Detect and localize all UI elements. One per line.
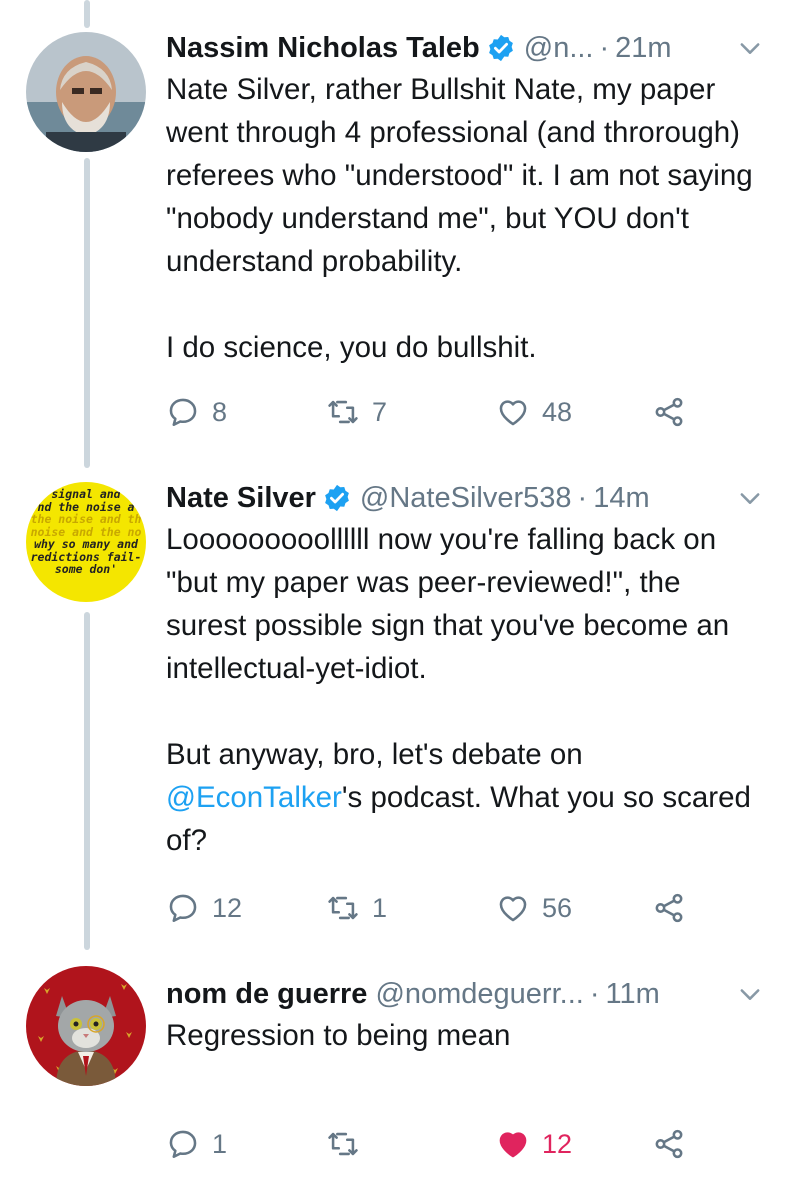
- tweet-paragraph: Regression to being mean: [166, 1019, 511, 1052]
- tweet-paragraph: Nate Silver, rather Bullshit Nate, my pa…: [166, 73, 753, 278]
- like-button[interactable]: 48: [496, 392, 572, 432]
- tweet-paragraph: I do science, you do bullshit.: [166, 331, 537, 364]
- reply-count: 8: [212, 396, 228, 427]
- tweet-actions: 1 12: [166, 1124, 766, 1164]
- share-button[interactable]: [652, 1124, 686, 1164]
- retweet-button[interactable]: 1: [326, 888, 387, 928]
- author-handle[interactable]: @NateSilver538: [360, 482, 572, 515]
- tweet-actions: 8 7 48: [166, 392, 766, 432]
- separator-dot: ·: [599, 31, 610, 64]
- timestamp[interactable]: 14m: [593, 482, 649, 515]
- tweet-text: Nate Silver, rather Bullshit Nate, my pa…: [166, 68, 766, 369]
- like-count: 56: [542, 892, 573, 923]
- timestamp[interactable]: 11m: [606, 978, 660, 1011]
- tweet-text: Looooooooollllll now you're falling back…: [166, 518, 766, 862]
- author-name[interactable]: Nate Silver: [166, 482, 316, 515]
- share-icon: [655, 1129, 683, 1159]
- reply-button[interactable]: 1: [166, 1124, 227, 1164]
- share-button[interactable]: [652, 392, 686, 432]
- retweet-count: 7: [372, 396, 388, 427]
- separator-dot: ·: [589, 977, 600, 1010]
- heart-icon: [499, 896, 527, 922]
- author-name[interactable]: Nassim Nicholas Taleb: [166, 32, 480, 65]
- like-count: 12: [542, 1128, 573, 1159]
- author-handle[interactable]: @nomdeguerr...: [375, 978, 583, 1011]
- tweet-header: Nate Silver @NateSilver538 · 14m: [166, 478, 650, 518]
- mention-link[interactable]: @EconTalker: [166, 781, 342, 814]
- share-icon: [655, 397, 683, 427]
- tweet[interactable]: Nate Silver @NateSilver538 · 14m Loooooo…: [0, 478, 788, 938]
- tweet-paragraph: Looooooooollllll now you're falling back…: [166, 523, 730, 685]
- chevron-down-icon[interactable]: [736, 34, 764, 62]
- separator-dot: ·: [577, 481, 588, 514]
- tweet-text: Regression to being mean: [166, 1014, 766, 1057]
- heart-icon: [499, 400, 527, 426]
- thread-line: [84, 0, 90, 28]
- heart-icon: [499, 1132, 527, 1158]
- author-name[interactable]: nom de guerre: [166, 978, 367, 1011]
- tweet-header: Nassim Nicholas Taleb @n... · 21m: [166, 28, 672, 68]
- share-button[interactable]: [652, 888, 686, 928]
- retweet-count: 1: [372, 892, 388, 923]
- reply-count: 12: [212, 892, 243, 923]
- retweet-icon: [328, 1132, 358, 1156]
- retweet-button[interactable]: 7: [326, 392, 387, 432]
- tweet[interactable]: nom de guerre @nomdeguerr... · 11m Regre…: [0, 974, 788, 1184]
- author-handle[interactable]: @n...: [524, 32, 594, 65]
- chevron-down-icon[interactable]: [736, 484, 764, 512]
- like-button[interactable]: 56: [496, 888, 572, 928]
- reply-button[interactable]: 12: [166, 888, 242, 928]
- reply-icon: [169, 894, 197, 923]
- retweet-button[interactable]: [326, 1124, 360, 1164]
- tweet-header: nom de guerre @nomdeguerr... · 11m: [166, 974, 660, 1014]
- reply-button[interactable]: 8: [166, 392, 227, 432]
- tweet[interactable]: Nassim Nicholas Taleb @n... · 21m Nate S…: [0, 28, 788, 428]
- like-count: 48: [542, 396, 573, 427]
- chevron-down-icon[interactable]: [736, 980, 764, 1008]
- retweet-icon: [328, 896, 358, 920]
- reply-count: 1: [212, 1128, 228, 1159]
- reply-icon: [169, 398, 197, 427]
- like-button[interactable]: 12: [496, 1124, 572, 1164]
- reply-icon: [169, 1130, 197, 1159]
- text-segment: But anyway, bro, let's debate on: [166, 738, 583, 771]
- timestamp[interactable]: 21m: [615, 32, 671, 65]
- share-icon: [655, 893, 683, 923]
- verified-icon: [488, 34, 513, 62]
- retweet-icon: [328, 400, 358, 424]
- verified-icon: [325, 484, 349, 512]
- tweet-paragraph: But anyway, bro, let's debate on @EconTa…: [166, 733, 766, 862]
- tweet-actions: 12 1 56: [166, 888, 766, 928]
